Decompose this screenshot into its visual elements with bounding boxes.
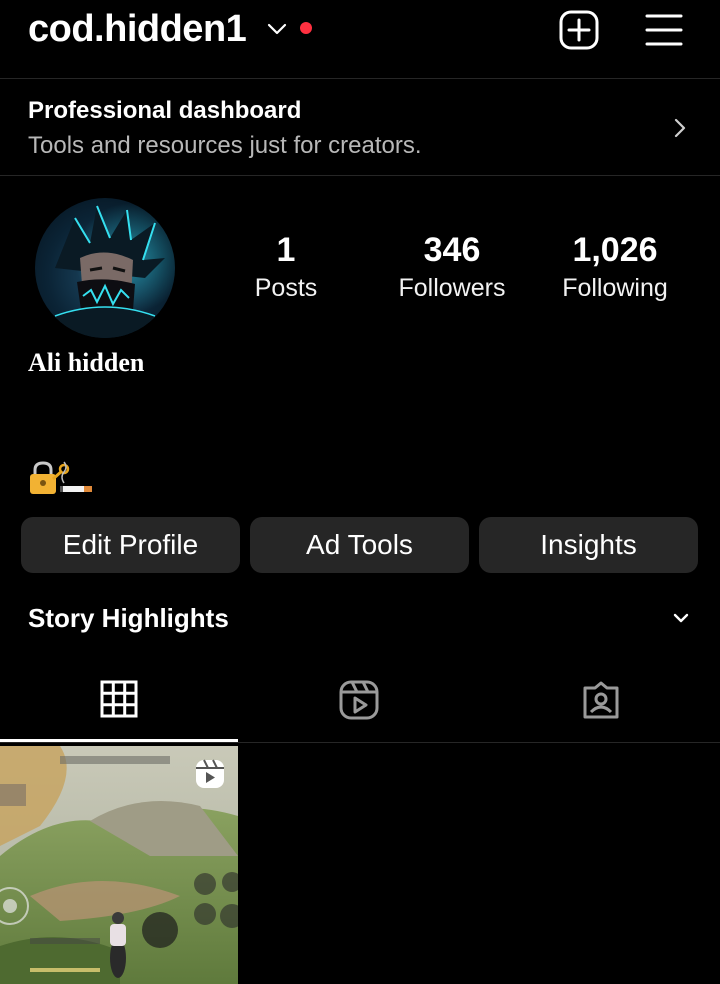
- avatar[interactable]: [35, 198, 175, 338]
- story-highlights-title[interactable]: Story Highlights: [28, 603, 229, 634]
- tab-reels[interactable]: [238, 660, 480, 742]
- chevron-right-icon: [674, 118, 686, 138]
- bio-emoji: [30, 461, 92, 494]
- followers-count[interactable]: 346 Followers: [382, 228, 522, 304]
- create-post-icon[interactable]: [558, 9, 600, 51]
- posts-label: Posts: [254, 274, 318, 302]
- reels-icon: [196, 759, 224, 788]
- following-value: 1,026: [572, 231, 658, 269]
- insights-button[interactable]: Insights: [479, 517, 698, 573]
- avatar-image: [35, 203, 175, 338]
- display-name: Ali hidden: [28, 348, 145, 377]
- username-switcher[interactable]: cod.hidden1: [28, 8, 247, 51]
- grid-icon: [100, 680, 138, 718]
- reels-icon: [339, 680, 379, 720]
- following-label: Following: [562, 274, 668, 302]
- tab-tagged[interactable]: [480, 660, 720, 742]
- ad-tools-button[interactable]: Ad Tools: [250, 517, 469, 573]
- cigarette-icon: [60, 461, 92, 492]
- edit-profile-button[interactable]: Edit Profile: [21, 517, 240, 573]
- followers-value: 346: [423, 231, 481, 269]
- professional-dashboard-row[interactable]: Professional dashboard Tools and resourc…: [0, 79, 720, 175]
- followers-label: Followers: [398, 274, 506, 302]
- tagged-icon: [583, 681, 619, 719]
- following-count[interactable]: 1,026 Following: [548, 228, 682, 304]
- posts-count[interactable]: 1 Posts: [236, 228, 336, 304]
- posts-value: 1: [276, 231, 296, 269]
- menu-icon[interactable]: [644, 11, 684, 49]
- chevron-down-icon[interactable]: [672, 612, 690, 626]
- chevron-down-icon[interactable]: [266, 20, 288, 38]
- divider: [0, 742, 720, 743]
- notification-dot: [300, 22, 312, 34]
- post-thumbnail[interactable]: [0, 746, 238, 984]
- top-bar: cod.hidden1: [0, 0, 720, 78]
- dashboard-subtitle: Tools and resources just for creators.: [28, 132, 422, 159]
- tab-posts-grid[interactable]: [0, 660, 238, 742]
- dashboard-title: Professional dashboard: [28, 97, 302, 124]
- divider: [0, 175, 720, 176]
